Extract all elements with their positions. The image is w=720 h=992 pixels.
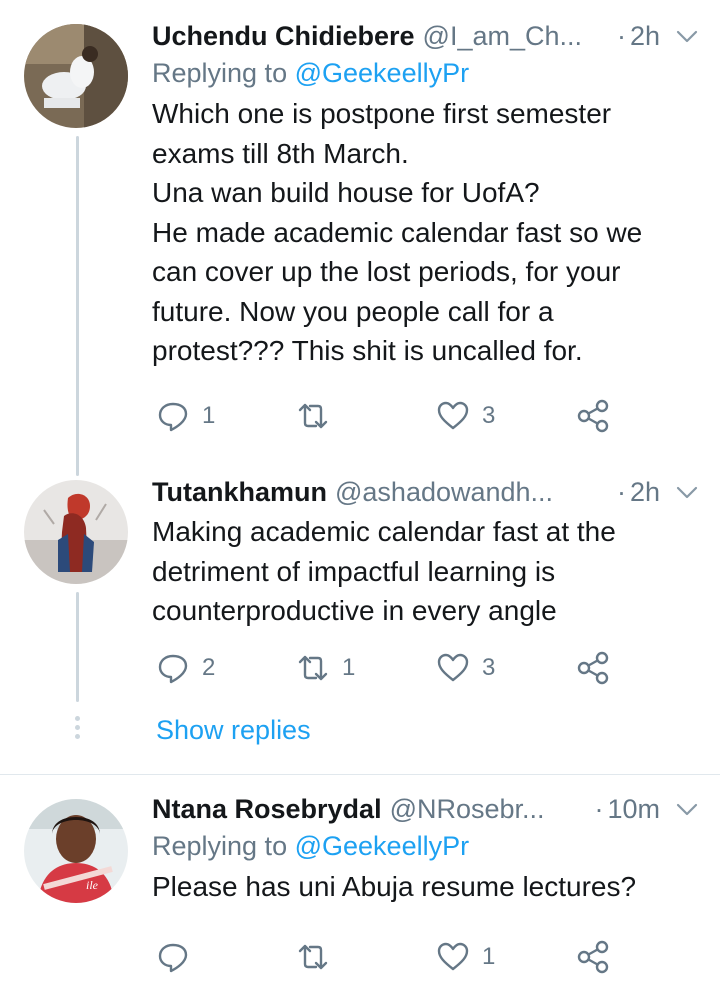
- reply-count: 1: [202, 402, 216, 429]
- avatar-image: [24, 480, 128, 584]
- conversation-timeline: Uchendu Chidiebere @I_am_Ch... · 2h Repl…: [0, 0, 720, 992]
- user-handle[interactable]: @ashadowandh...: [335, 474, 553, 510]
- share-button[interactable]: [576, 937, 610, 977]
- replying-label: Replying to: [152, 831, 288, 861]
- display-name[interactable]: Uchendu Chidiebere: [152, 18, 415, 54]
- tweet-text: Making academic calendar fast at the det…: [152, 516, 616, 626]
- tweet-header: Ntana Rosebrydal @NRosebr... · 10m: [152, 791, 700, 827]
- separator-dot: ·: [594, 794, 604, 824]
- replying-label: Replying to: [152, 58, 288, 88]
- avatar[interactable]: [24, 480, 128, 584]
- reply-icon: [158, 654, 188, 684]
- reply-icon: [158, 402, 188, 432]
- retweet-button[interactable]: [296, 396, 342, 436]
- reply-button[interactable]: 1: [156, 396, 215, 436]
- chevron-down-icon[interactable]: [674, 23, 700, 49]
- timestamp[interactable]: 2h: [630, 474, 660, 510]
- tweet-actions: 1: [152, 937, 632, 977]
- share-icon: [577, 940, 609, 974]
- mention-link[interactable]: @GeekeellyPr: [295, 58, 469, 88]
- tweet[interactable]: Tutankhamun @ashadowandh... · 2h Making …: [0, 470, 720, 770]
- reply-count: 2: [202, 654, 216, 681]
- display-name[interactable]: Tutankhamun: [152, 474, 327, 510]
- chevron-down-icon[interactable]: [674, 796, 700, 822]
- svg-text:ile: ile: [86, 878, 99, 892]
- tweet-text: Which one is postpone first semester exa…: [152, 98, 643, 366]
- reply-button[interactable]: [156, 937, 202, 977]
- share-icon: [577, 651, 609, 685]
- share-button[interactable]: [576, 648, 610, 688]
- like-button[interactable]: 1: [436, 937, 495, 977]
- tweet-actions: 2 1 3: [152, 648, 632, 688]
- retweet-button[interactable]: [296, 937, 342, 977]
- user-handle[interactable]: @NRosebr...: [390, 791, 545, 827]
- timestamp[interactable]: 2h: [630, 18, 660, 54]
- like-count: 1: [482, 943, 496, 970]
- avatar[interactable]: [24, 24, 128, 128]
- tweet-text: Please has uni Abuja resume lectures?: [152, 871, 637, 902]
- reply-button[interactable]: 2: [156, 648, 215, 688]
- tweet-header: Uchendu Chidiebere @I_am_Ch... · 2h: [152, 18, 700, 54]
- tweet-header: Tutankhamun @ashadowandh... · 2h: [152, 474, 700, 510]
- separator-dot: ·: [616, 477, 626, 507]
- replying-to: Replying to @GeekeellyPr: [152, 827, 700, 865]
- chevron-down-icon[interactable]: [674, 479, 700, 505]
- avatar-image: ile: [24, 799, 128, 903]
- tweet[interactable]: ile Ntana Rosebrydal @NRosebr... · 10m R…: [0, 775, 720, 992]
- mention-link[interactable]: @GeekeellyPr: [295, 831, 469, 861]
- timestamp[interactable]: 10m: [607, 791, 660, 827]
- retweet-button[interactable]: 1: [296, 648, 355, 688]
- display-name[interactable]: Ntana Rosebrydal: [152, 791, 382, 827]
- tweet[interactable]: Uchendu Chidiebere @I_am_Ch... · 2h Repl…: [0, 0, 720, 470]
- reply-icon: [158, 943, 188, 973]
- share-icon: [577, 399, 609, 433]
- retweet-icon: [298, 655, 328, 681]
- like-button[interactable]: 3: [436, 396, 495, 436]
- show-replies-link[interactable]: Show replies: [156, 712, 311, 748]
- avatar[interactable]: ile: [24, 799, 128, 903]
- separator-dot: ·: [616, 21, 626, 51]
- retweet-icon: [298, 403, 328, 429]
- retweet-count: 1: [342, 654, 356, 681]
- heart-icon: [437, 401, 469, 430]
- tweet-actions: 1 3: [152, 396, 632, 436]
- like-button[interactable]: 3: [436, 648, 495, 688]
- share-button[interactable]: [576, 396, 610, 436]
- heart-icon: [437, 942, 469, 971]
- heart-icon: [437, 653, 469, 682]
- user-handle[interactable]: @I_am_Ch...: [423, 18, 582, 54]
- like-count: 3: [482, 654, 496, 681]
- like-count: 3: [482, 402, 496, 429]
- avatar-image: [24, 24, 128, 128]
- replying-to: Replying to @GeekeellyPr: [152, 54, 700, 92]
- retweet-icon: [298, 944, 328, 970]
